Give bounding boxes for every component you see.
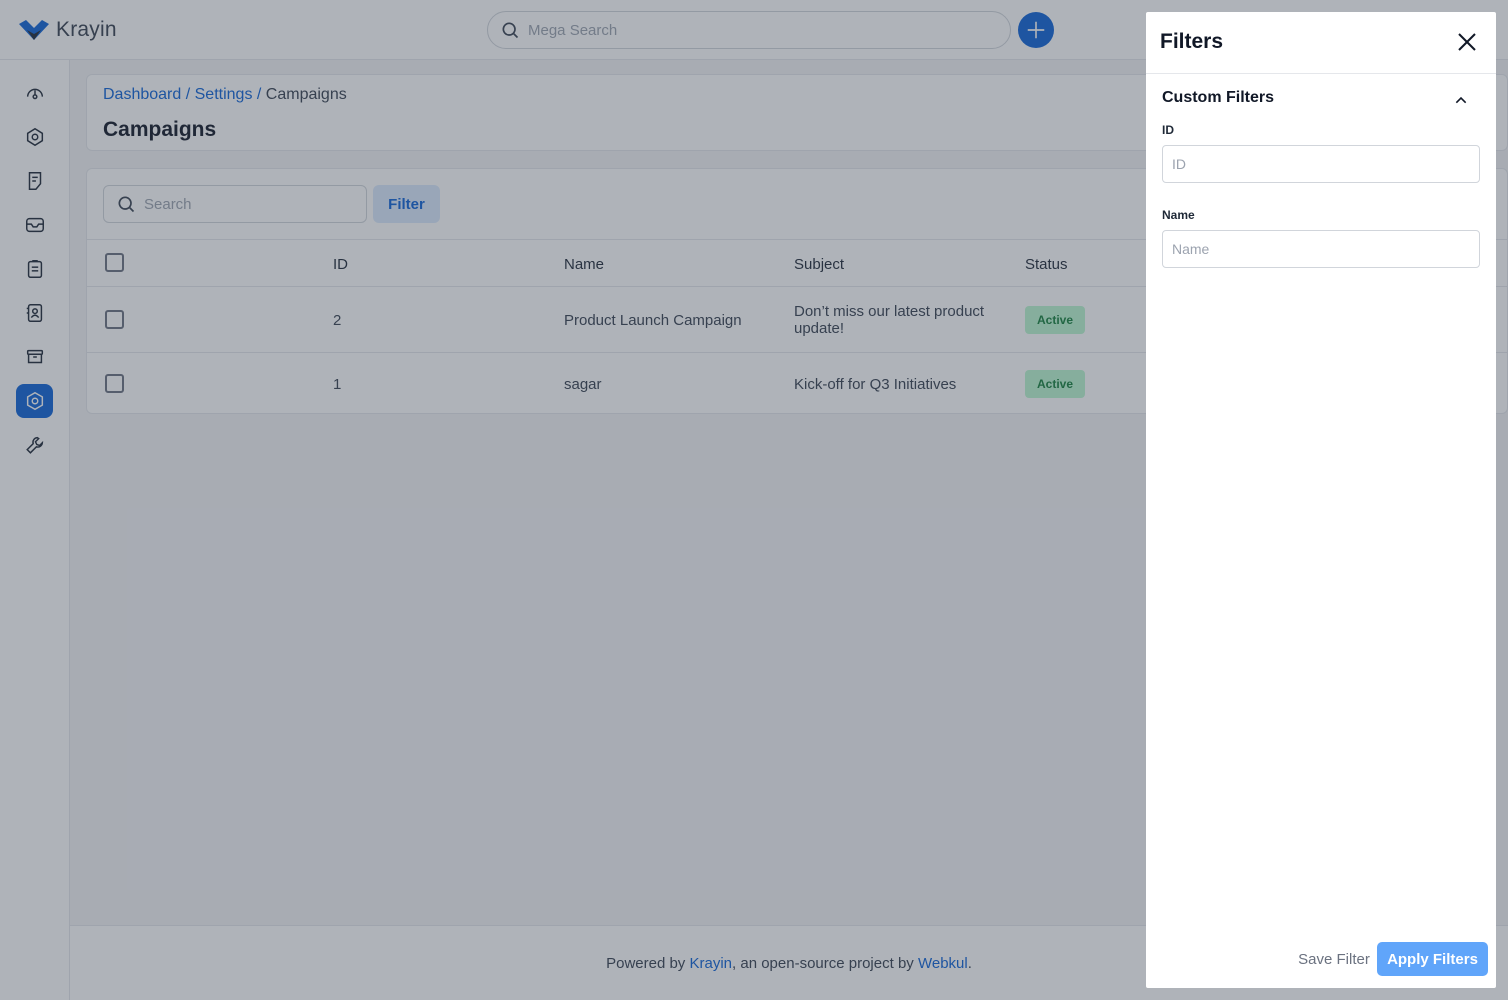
chevron-up-icon bbox=[1455, 96, 1467, 104]
apply-filters-button[interactable]: Apply Filters bbox=[1377, 942, 1488, 976]
id-filter-input[interactable] bbox=[1162, 145, 1480, 183]
drawer-title: Filters bbox=[1160, 30, 1224, 53]
name-field-label: Name bbox=[1162, 208, 1195, 222]
drawer-header: Filters bbox=[1146, 12, 1496, 74]
collapse-custom-filters-button[interactable] bbox=[1451, 90, 1471, 110]
name-filter-input[interactable] bbox=[1162, 230, 1480, 268]
save-filter-button[interactable]: Save Filter bbox=[1296, 942, 1372, 976]
close-icon bbox=[1458, 33, 1476, 51]
filters-drawer: Filters Custom Filters ID Name Save Filt… bbox=[1146, 12, 1496, 988]
id-field-label: ID bbox=[1162, 123, 1174, 137]
close-drawer-button[interactable] bbox=[1454, 29, 1480, 55]
custom-filters-title: Custom Filters bbox=[1162, 89, 1275, 106]
